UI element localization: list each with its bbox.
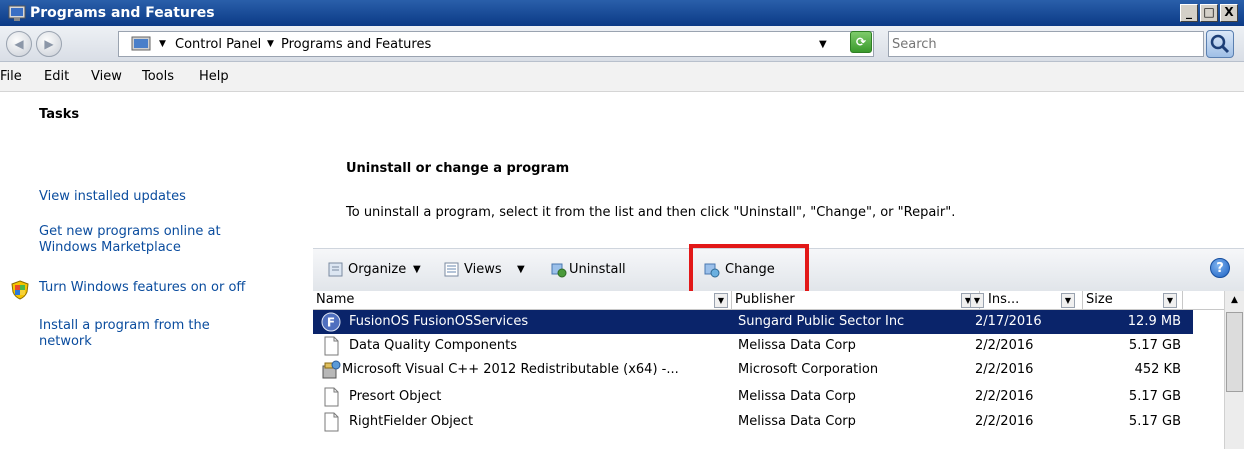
installed-column-dropdown-icon[interactable]: ▼ [1061,293,1075,308]
address-dropdown-icon[interactable]: ▼ [819,36,827,53]
row-name: Presort Object [349,389,442,404]
row-name: FusionOS FusionOSServices [349,314,529,329]
column-name-label: Name [316,292,355,307]
installer-icon [322,360,341,379]
control-panel-icon [131,36,151,51]
row-name: Data Quality Components [349,338,518,353]
row-name: Microsoft Visual C++ 2012 Redistributabl… [342,362,679,377]
row-publisher: Melissa Data Corp [738,389,856,404]
column-header-installed[interactable]: ▼ Ins... ▼ [970,291,1083,310]
menu-help[interactable]: Help [199,68,229,85]
search-icon [1210,34,1230,54]
row-size: 5.17 GB [1128,338,1181,353]
table-row[interactable]: Microsoft Visual C++ 2012 Redistributabl… [313,358,1224,382]
row-publisher: Sungard Public Sector Inc [738,314,905,329]
organize-button[interactable]: Organize [348,261,406,278]
table-row[interactable]: F FusionOS FusionOSServices Sungard Publ… [313,310,1193,334]
breadcrumb-control-panel[interactable]: Control Panel [175,36,261,53]
views-icon [444,262,459,277]
menu-tools[interactable]: Tools [142,68,174,85]
change-highlight-box [689,244,809,295]
minimize-button[interactable]: _ [1180,4,1198,22]
close-button[interactable]: X [1220,4,1238,22]
breadcrumb-programs-features[interactable]: Programs and Features [281,36,431,53]
task-get-new-programs[interactable]: Get new programs online at [39,223,221,240]
window-title: Programs and Features [30,5,215,21]
column-size-label: Size [1086,292,1113,307]
task-install-from-network-2[interactable]: network [39,333,92,350]
menu-edit[interactable]: Edit [44,68,69,85]
organize-dropdown-icon[interactable]: ▼ [413,261,421,278]
column-publisher-label: Publisher [735,292,795,307]
column-installed-label: Ins... [988,292,1020,307]
table-row[interactable]: RightFielder Object Melissa Data Corp 2/… [313,410,1224,434]
menu-bar: File Edit View Tools Help [0,62,1244,92]
programs-features-app-icon [8,5,26,21]
task-turn-windows-features[interactable]: Turn Windows features on or off [39,279,245,296]
title-bar: Programs and Features _ □ X [0,0,1244,26]
breadcrumb-arrow-icon[interactable]: ▼ [159,36,166,53]
row-name: RightFielder Object [349,414,474,429]
search-button[interactable] [1206,30,1234,58]
menu-file[interactable]: File [0,68,22,85]
maximize-button[interactable]: □ [1200,4,1218,22]
svg-text:F: F [327,316,335,330]
row-publisher: Melissa Data Corp [738,338,856,353]
row-publisher: Melissa Data Corp [738,414,856,429]
size-column-dropdown-icon[interactable]: ▼ [1163,293,1177,308]
row-installed: 2/2/2016 [975,338,1034,353]
document-icon [324,387,339,407]
table-row[interactable]: Presort Object Melissa Data Corp 2/2/201… [313,385,1224,409]
row-installed: 2/2/2016 [975,389,1034,404]
list-header: Name ▼ Publisher ▼ ▼ Ins... ▼ Size ▼ [313,291,1224,310]
uninstall-icon [551,263,567,278]
column-header-name[interactable]: Name ▼ [313,291,732,310]
task-view-installed-updates[interactable]: View installed updates [39,188,186,205]
uninstall-button[interactable]: Uninstall [569,261,626,278]
installed-sort-icon[interactable]: ▼ [970,293,984,308]
tasks-heading: Tasks [39,107,80,122]
row-installed: 2/17/2016 [975,314,1042,329]
document-icon [324,412,339,432]
organize-icon [328,262,343,277]
fusion-app-icon: F [321,312,341,332]
views-dropdown-icon[interactable]: ▼ [517,261,525,278]
row-size: 5.17 GB [1128,389,1181,404]
address-bar: ◀ ▶ ▼ Control Panel ▼ Programs and Featu… [0,26,1244,62]
forward-button[interactable]: ▶ [36,31,62,57]
tasks-pane: Tasks View installed updates Get new pro… [0,92,310,449]
row-size: 5.17 GB [1128,414,1181,429]
search-input[interactable] [892,35,1192,53]
row-size: 452 KB [1134,362,1181,377]
column-header-size[interactable]: Size ▼ [1083,291,1183,310]
scroll-up-arrow-icon[interactable]: ▲ [1225,291,1244,310]
row-size: 12.9 MB [1127,314,1181,329]
back-button[interactable]: ◀ [6,31,32,57]
windows-shield-icon [11,280,29,300]
search-field[interactable] [888,31,1204,57]
column-header-publisher[interactable]: Publisher ▼ [732,291,980,310]
refresh-button[interactable]: ⟳ [850,31,872,53]
name-column-dropdown-icon[interactable]: ▼ [714,293,728,308]
breadcrumb-arrow-icon[interactable]: ▼ [267,36,274,53]
page-description: To uninstall a program, select it from t… [346,205,956,220]
document-icon [324,336,339,356]
menu-view[interactable]: View [91,68,122,85]
list-scrollbar[interactable]: ▲ [1224,291,1244,449]
task-windows-marketplace[interactable]: Windows Marketplace [39,239,181,256]
address-field[interactable]: ▼ Control Panel ▼ Programs and Features … [118,31,874,57]
row-publisher: Microsoft Corporation [738,362,879,377]
scroll-thumb[interactable] [1226,312,1243,392]
page-title: Uninstall or change a program [346,161,570,176]
help-icon[interactable]: ? [1210,258,1230,278]
views-button[interactable]: Views [464,261,502,278]
row-installed: 2/2/2016 [975,362,1034,377]
row-installed: 2/2/2016 [975,414,1034,429]
table-row[interactable]: Data Quality Components Melissa Data Cor… [313,334,1224,358]
task-install-from-network[interactable]: Install a program from the [39,317,210,334]
